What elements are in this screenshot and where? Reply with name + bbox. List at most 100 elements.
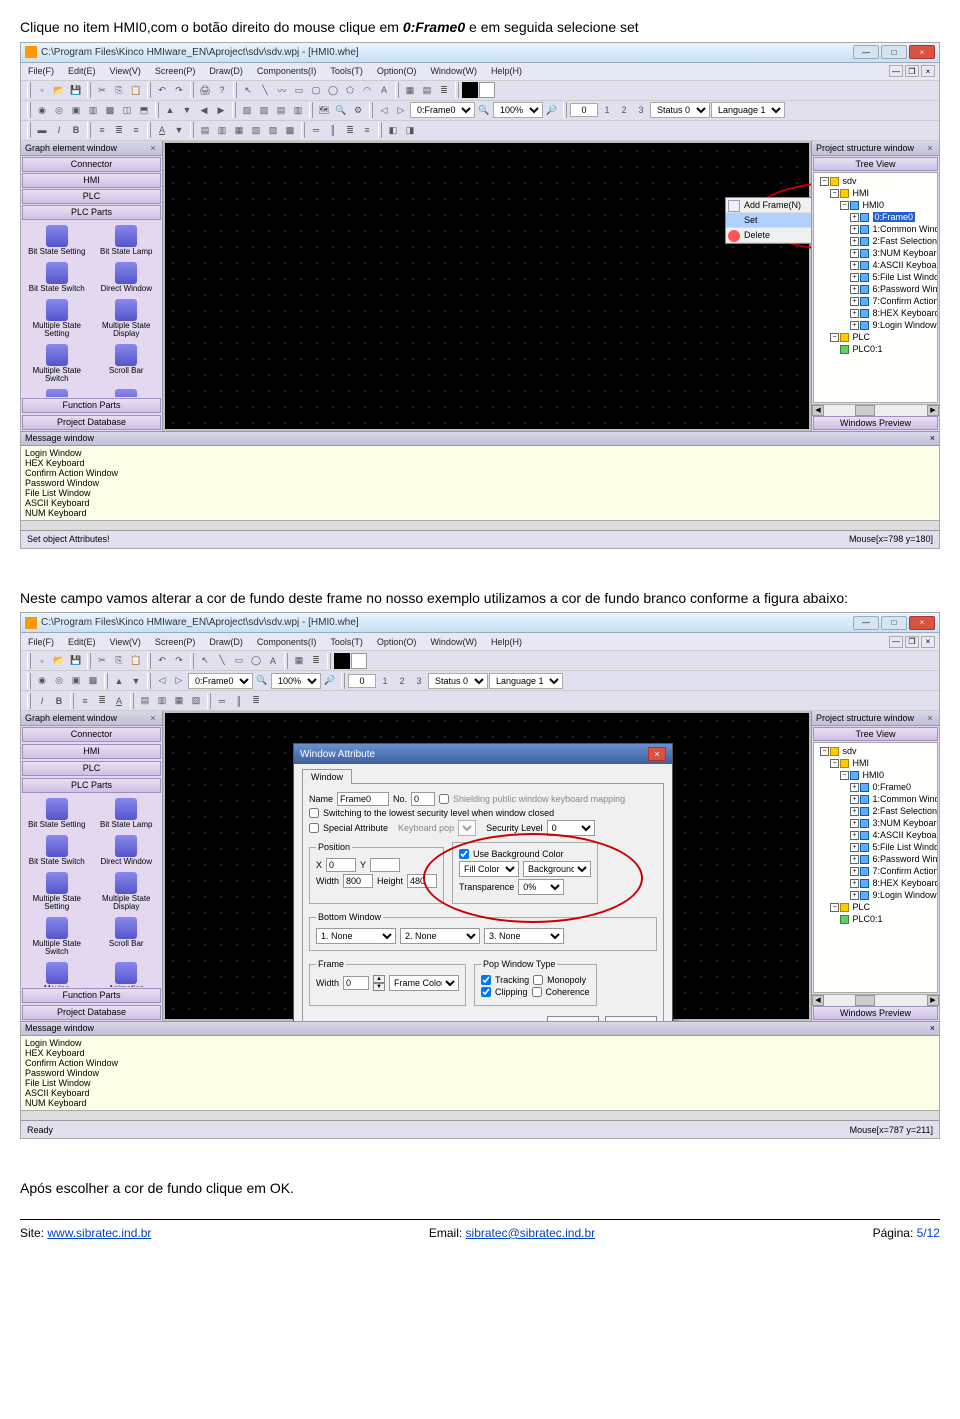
menu-components[interactable]: Components(I) (254, 635, 320, 649)
menu-window[interactable]: Window(W) (427, 635, 480, 649)
language-select[interactable]: Language 1 (711, 102, 785, 118)
part-item[interactable]: Bit State Switch (23, 833, 91, 868)
mdi-restore[interactable]: ❐ (905, 65, 919, 77)
color1-icon[interactable] (334, 653, 350, 669)
part-bit-state-setting[interactable]: Bit State Setting (23, 223, 91, 258)
paste-icon[interactable]: 📋 (128, 82, 144, 98)
part-item[interactable]: Multiple State Setting (23, 870, 91, 913)
status-select[interactable]: Status 0 (650, 102, 710, 118)
round-rect-icon[interactable]: ▢ (308, 82, 324, 98)
scroll-right-icon[interactable]: ▶ (927, 995, 939, 1006)
copy-icon[interactable]: ⎘ (111, 653, 127, 669)
tree-h-scrollbar[interactable]: ◀ ▶ (812, 994, 939, 1006)
tb3-icon[interactable]: ≡ (359, 122, 375, 138)
no-input[interactable] (411, 792, 435, 806)
windows-preview-tab[interactable]: Windows Preview (813, 416, 938, 430)
bottom-1-select[interactable]: 1. None (316, 928, 396, 944)
part-multiple-state-display[interactable]: Multiple State Display (93, 297, 161, 340)
menu-option[interactable]: Option(O) (374, 635, 420, 649)
font-a-icon[interactable]: A (111, 693, 127, 709)
menu-view[interactable]: View(V) (107, 64, 144, 78)
help-icon[interactable]: ? (214, 82, 230, 98)
tb2-icon[interactable]: ◎ (51, 102, 67, 118)
tb3-icon[interactable]: ║ (231, 693, 247, 709)
maximize-button[interactable]: □ (881, 616, 907, 630)
color2-icon[interactable] (351, 653, 367, 669)
frame-color-select[interactable]: Frame Color (389, 975, 459, 991)
tb3-icon[interactable]: ◨ (402, 122, 418, 138)
tree-h-scrollbar[interactable]: ◀ ▶ (812, 404, 939, 416)
polygon-icon[interactable]: ⬠ (342, 82, 358, 98)
spinner-down-icon[interactable]: ▼ (373, 983, 385, 991)
tb3-icon[interactable]: ▦ (231, 122, 247, 138)
close-icon[interactable]: × (925, 713, 935, 723)
part-item[interactable]: Scroll Bar (93, 915, 161, 958)
keyboard-pop-select[interactable] (458, 820, 476, 836)
part-item[interactable]: Multiple State Switch (23, 915, 91, 958)
x-input[interactable] (326, 858, 356, 872)
tb3-icon[interactable]: ≣ (248, 693, 264, 709)
site-link[interactable]: www.sibratec.ind.br (47, 1226, 151, 1240)
menu-draw[interactable]: Draw(D) (206, 635, 246, 649)
spinner-up-icon[interactable]: ▲ (373, 975, 385, 983)
part-multiple-state-switch[interactable]: Multiple State Switch (23, 342, 91, 385)
close-button[interactable]: × (909, 616, 935, 630)
tb2-icon[interactable]: ▲ (111, 673, 127, 689)
open-icon[interactable]: 📂 (51, 82, 67, 98)
tb2-icon[interactable]: ◎ (51, 673, 67, 689)
align-center-icon[interactable]: ≣ (111, 122, 127, 138)
snap-icon[interactable]: ▤ (419, 82, 435, 98)
part-multiple-state-setting[interactable]: Multiple State Setting (23, 297, 91, 340)
align-left-icon[interactable]: ≡ (94, 122, 110, 138)
status-num-0[interactable] (348, 674, 376, 688)
tb3-icon[interactable]: ≣ (342, 122, 358, 138)
tb3-icon[interactable]: ◧ (385, 122, 401, 138)
tb2-icon[interactable]: ▤ (273, 102, 289, 118)
mdi-restore[interactable]: ❐ (905, 636, 919, 648)
tb2-icon[interactable]: 🗺 (316, 102, 332, 118)
tb2-icon[interactable]: ⬒ (136, 102, 152, 118)
part-bit-state-switch[interactable]: Bit State Switch (23, 260, 91, 295)
print-icon[interactable]: 🖨 (197, 82, 213, 98)
minimize-button[interactable]: — (853, 616, 879, 630)
menu-edit[interactable]: Edit(E) (65, 635, 99, 649)
dialog-close-button[interactable]: × (648, 747, 666, 761)
menu-file[interactable]: File(F) (25, 635, 57, 649)
tb2-icon[interactable]: ▼ (128, 673, 144, 689)
num2[interactable]: 2 (394, 673, 410, 689)
section-function-parts[interactable]: Function Parts (22, 988, 161, 1003)
left-panel-close-icon[interactable]: × (148, 143, 158, 153)
scroll-left-icon[interactable]: ◀ (812, 405, 824, 416)
save-icon[interactable]: 💾 (68, 653, 84, 669)
fill-color-select[interactable]: Fill Color (459, 861, 519, 877)
undo-icon[interactable]: ↶ (154, 82, 170, 98)
name-input[interactable] (337, 792, 389, 806)
tb2-icon[interactable]: ▣ (68, 673, 84, 689)
section-hmi[interactable]: HMI (22, 744, 161, 759)
tb2-icon[interactable]: ▼ (179, 102, 195, 118)
num3[interactable]: 3 (633, 102, 649, 118)
cb-coherence[interactable] (532, 987, 542, 997)
line-icon[interactable]: ╲ (214, 653, 230, 669)
tb3-icon[interactable]: ═ (214, 693, 230, 709)
ctx-add-frame[interactable]: Add Frame(N) (726, 198, 811, 213)
mdi-minimize[interactable]: — (889, 65, 903, 77)
mdi-close[interactable]: × (921, 636, 935, 648)
message-scrollbar[interactable] (21, 520, 939, 530)
height-input[interactable] (407, 874, 437, 888)
cb-shielding[interactable] (439, 794, 449, 804)
num3[interactable]: 3 (411, 673, 427, 689)
cb-use-bg-color[interactable] (459, 849, 469, 859)
close-button[interactable]: × (909, 45, 935, 59)
menu-window[interactable]: Window(W) (427, 64, 480, 78)
pointer-icon[interactable]: ↖ (240, 82, 256, 98)
width-input[interactable] (343, 874, 373, 888)
grid-icon[interactable]: ▦ (291, 653, 307, 669)
tb2-icon[interactable]: ▩ (85, 673, 101, 689)
font-italic-icon[interactable]: I (34, 693, 50, 709)
redo-icon[interactable]: ↷ (171, 653, 187, 669)
tree-frame0-selected[interactable]: 0:Frame0 (873, 212, 916, 222)
message-close-icon[interactable]: × (930, 1023, 935, 1034)
tb2-icon[interactable]: ▥ (290, 102, 306, 118)
align-icon[interactable]: ≣ (308, 653, 324, 669)
